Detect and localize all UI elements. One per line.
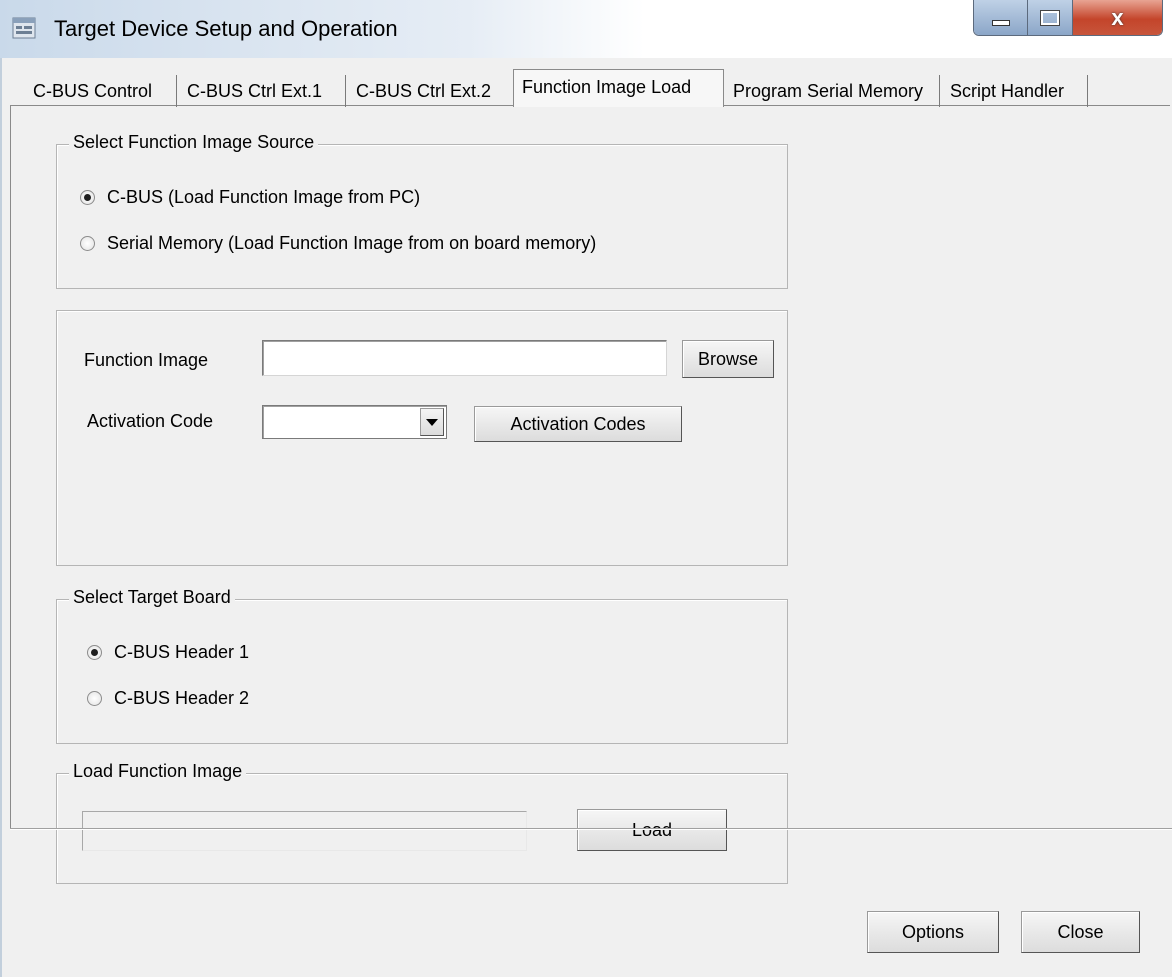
radio-button[interactable] [80, 236, 95, 251]
load-button[interactable]: Load [577, 809, 727, 851]
function-image-source-group: Select Function Image Source C-BUS (Load… [56, 132, 788, 289]
radio-cbus-source[interactable]: C-BUS (Load Function Image from PC) [80, 187, 420, 208]
tab-program-serial-memory[interactable]: Program Serial Memory [725, 75, 940, 107]
radio-button[interactable] [87, 691, 102, 706]
app-window-icon [12, 17, 36, 39]
function-image-label: Function Image [84, 350, 209, 370]
radio-label: C-BUS Header 2 [114, 688, 250, 708]
activation-codes-button[interactable]: Activation Codes [474, 406, 682, 442]
tab-page-function-image-load: Select Function Image Source C-BUS (Load… [10, 105, 1170, 884]
footer-separator [10, 828, 1172, 830]
radio-button-checked[interactable] [87, 645, 102, 660]
tab-script-handler[interactable]: Script Handler [942, 75, 1088, 107]
function-image-input[interactable] [262, 340, 667, 376]
radio-label: C-BUS Header 1 [114, 642, 250, 662]
dropdown-button[interactable] [420, 408, 444, 436]
tab-cbus-control[interactable]: C-BUS Control [25, 75, 177, 107]
minimize-button[interactable] [974, 0, 1029, 35]
close-window-button[interactable]: x [1072, 0, 1162, 35]
window-title: Target Device Setup and Operation [54, 16, 398, 41]
radio-button-checked[interactable] [80, 190, 95, 205]
radio-label: Serial Memory (Load Function Image from … [107, 233, 597, 253]
options-button[interactable]: Options [867, 911, 999, 953]
load-progress-bar [82, 811, 527, 851]
maximize-icon [1040, 9, 1061, 26]
chevron-down-icon [426, 418, 438, 426]
group-legend: Select Target Board [69, 587, 235, 608]
radio-cbus-header-2[interactable]: C-BUS Header 2 [87, 688, 249, 709]
radio-serial-memory-source[interactable]: Serial Memory (Load Function Image from … [80, 233, 596, 254]
minimize-icon [991, 19, 1010, 26]
tab-cbus-ctrl-ext2[interactable]: C-BUS Ctrl Ext.2 [348, 75, 514, 107]
activation-code-select[interactable] [262, 405, 447, 439]
maximize-button[interactable] [1028, 0, 1073, 35]
close-button[interactable]: Close [1021, 911, 1140, 953]
radio-cbus-header-1[interactable]: C-BUS Header 1 [87, 642, 249, 663]
activation-code-label: Activation Code [87, 411, 214, 431]
browse-button[interactable]: Browse [682, 340, 774, 378]
close-icon: x [1111, 4, 1124, 30]
radio-label: C-BUS (Load Function Image from PC) [107, 187, 421, 207]
tab-function-image-load[interactable]: Function Image Load [513, 69, 724, 107]
tab-cbus-ctrl-ext1[interactable]: C-BUS Ctrl Ext.1 [179, 75, 346, 107]
group-legend: Select Function Image Source [69, 132, 319, 153]
title-bar[interactable]: Target Device Setup and Operation x [0, 0, 1172, 58]
group-legend: Load Function Image [69, 761, 247, 782]
main-window: Target Device Setup and Operation x Sele… [0, 0, 1172, 977]
window-frame [0, 58, 2, 977]
target-board-group: Select Target Board C-BUS Header 1 C-BUS… [56, 587, 788, 744]
window-controls: x [973, 0, 1163, 36]
function-image-panel: Function Image Browse Activation Code Ac… [56, 310, 788, 566]
